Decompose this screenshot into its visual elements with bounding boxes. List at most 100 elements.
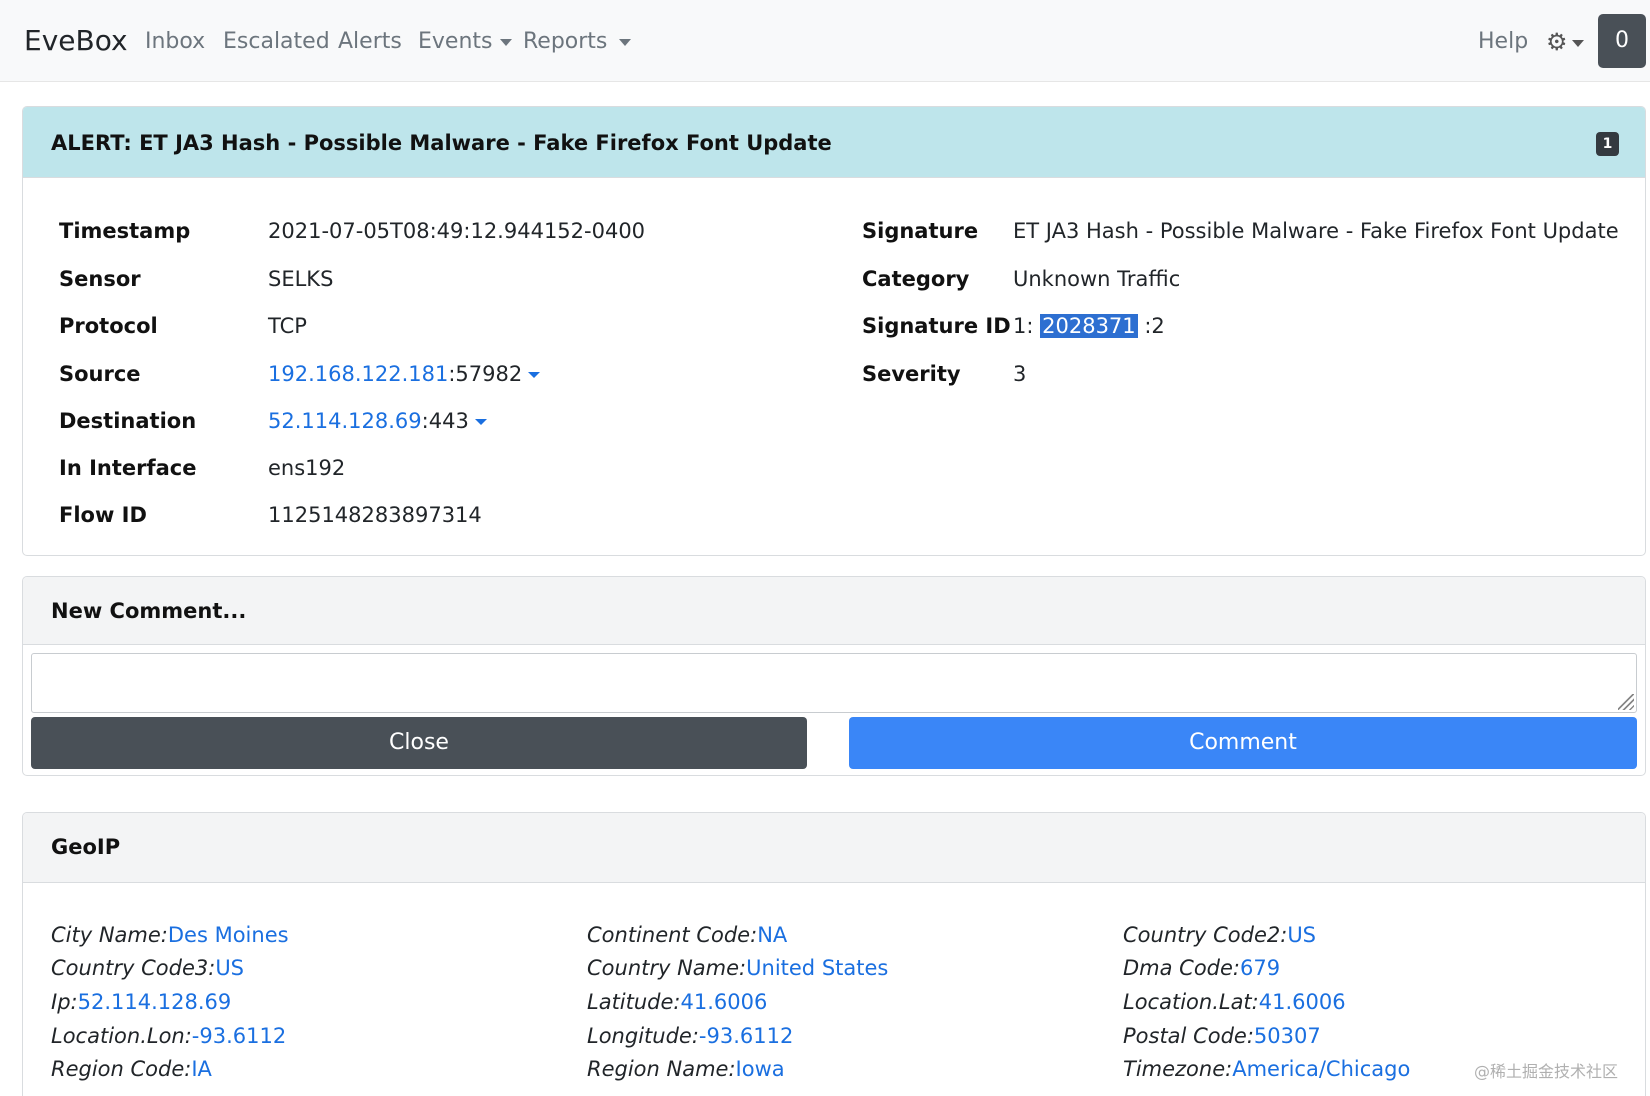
geoip-item: Location.Lat:41.6006 (1123, 990, 1346, 1014)
comment-title: New Comment... (51, 599, 247, 623)
geoip-label: Timezone: (1123, 1057, 1233, 1081)
geoip-item: City Name:Des Moines (51, 923, 289, 947)
geoip-label: City Name: (51, 923, 168, 947)
geoip-value[interactable]: US (215, 956, 244, 980)
alert-count-button[interactable]: 0 (1598, 14, 1646, 68)
signature-id-value: 1: 2028371 :2 (1013, 314, 1165, 338)
geoip-value[interactable]: Des Moines (168, 923, 289, 947)
destination-ip-link[interactable]: 52.114.128.69 (268, 409, 422, 433)
geoip-label: Region Name: (587, 1057, 736, 1081)
flow-id-link[interactable]: 1125148283897314 (268, 503, 482, 527)
chevron-down-icon[interactable] (474, 419, 487, 425)
top-navbar: EveBox Inbox Escalated Alerts Events Rep… (0, 0, 1650, 82)
nav-alerts[interactable]: Alerts (338, 29, 402, 54)
alert-count-badge: 1 (1596, 132, 1619, 156)
geoip-item: Ip:52.114.128.69 (51, 990, 231, 1014)
geoip-value[interactable]: IA (191, 1057, 212, 1081)
geoip-item: Dma Code:679 (1123, 956, 1280, 980)
category-label: Category (862, 267, 970, 291)
geoip-item: Longitude:-93.6112 (587, 1024, 793, 1048)
geoip-value[interactable]: 50307 (1254, 1024, 1321, 1048)
geoip-label: Longitude: (587, 1024, 699, 1048)
geoip-label: Country Code2: (1123, 923, 1288, 947)
gear-icon: ⚙ (1546, 28, 1568, 56)
geoip-value[interactable]: US (1287, 923, 1316, 947)
chevron-down-icon[interactable] (528, 372, 541, 378)
geoip-item: Location.Lon:-93.6112 (51, 1024, 286, 1048)
category-value: Unknown Traffic (1013, 267, 1181, 291)
protocol-label: Protocol (59, 314, 158, 338)
geoip-label: Continent Code: (587, 923, 758, 947)
alert-detail-card: ALERT: ET JA3 Hash - Possible Malware - … (22, 106, 1646, 556)
comment-header: New Comment... (23, 577, 1645, 645)
geoip-item: Country Code2:US (1123, 923, 1316, 947)
geoip-value[interactable]: 41.6006 (1259, 990, 1346, 1014)
geoip-value[interactable]: Iowa (736, 1057, 785, 1081)
destination-port: :443 (421, 409, 469, 433)
nav-events-label: Events (418, 29, 493, 54)
geoip-label: Location.Lat: (1123, 990, 1259, 1014)
nav-inbox[interactable]: Inbox (145, 29, 205, 54)
settings-dropdown[interactable]: ⚙ (1546, 28, 1584, 56)
protocol-value: TCP (268, 314, 307, 338)
timestamp-link[interactable]: 2021-07-05T08:49:12.944152-0400 (268, 219, 645, 243)
geoip-item: Region Code:IA (51, 1057, 212, 1081)
geoip-item: Region Name:Iowa (587, 1057, 785, 1081)
geoip-value[interactable]: 41.6006 (681, 990, 768, 1014)
alert-title: ALERT: ET JA3 Hash - Possible Malware - … (51, 131, 832, 155)
geoip-item: Country Name:United States (587, 956, 888, 980)
signature-label: Signature (862, 219, 979, 243)
chevron-down-icon (619, 38, 632, 46)
alert-header: ALERT: ET JA3 Hash - Possible Malware - … (23, 107, 1645, 178)
signature-id-selected[interactable]: 2028371 (1040, 314, 1138, 338)
comment-textarea[interactable] (31, 653, 1637, 713)
destination-label: Destination (59, 409, 197, 433)
signature-id-suffix: :2 (1144, 314, 1165, 338)
severity-value: 3 (1013, 362, 1027, 386)
geoip-value[interactable]: NA (757, 923, 787, 947)
source-value: 192.168.122.181:57982 (268, 362, 541, 386)
nav-reports-dropdown[interactable]: Reports (523, 29, 632, 54)
geoip-header: GeoIP (23, 813, 1645, 883)
geoip-label: Postal Code: (1123, 1024, 1254, 1048)
nav-reports-label: Reports (523, 29, 608, 54)
nav-escalated[interactable]: Escalated (223, 29, 330, 54)
chevron-down-icon (1571, 39, 1584, 47)
severity-label: Severity (862, 362, 961, 386)
sensor-link[interactable]: SELKS (268, 267, 333, 291)
geoip-label: Ip: (51, 990, 78, 1014)
nav-help[interactable]: Help (1478, 29, 1528, 54)
geoip-value[interactable]: United States (746, 956, 888, 980)
timestamp-label: Timestamp (59, 219, 191, 243)
geoip-value[interactable]: 52.114.128.69 (78, 990, 232, 1014)
in-interface-label: In Interface (59, 456, 197, 480)
in-interface-value: ens192 (268, 456, 346, 480)
sensor-label: Sensor (59, 267, 141, 291)
geoip-item: Postal Code:50307 (1123, 1024, 1321, 1048)
brand-logo[interactable]: EveBox (24, 24, 128, 57)
resize-grip-icon[interactable] (1618, 694, 1634, 710)
geoip-value[interactable]: 679 (1240, 956, 1280, 980)
geoip-value[interactable]: -93.6112 (699, 1024, 793, 1048)
signature-id-label: Signature ID (862, 314, 1011, 338)
new-comment-card: New Comment... Close Comment (22, 576, 1646, 776)
geoip-item: Latitude:41.6006 (587, 990, 767, 1014)
geoip-title: GeoIP (51, 835, 121, 859)
close-button[interactable]: Close (31, 717, 807, 769)
source-label: Source (59, 362, 141, 386)
geoip-item: Continent Code:NA (587, 923, 787, 947)
geoip-label: Location.Lon: (51, 1024, 192, 1048)
comment-button[interactable]: Comment (849, 717, 1637, 769)
source-port: :57982 (448, 362, 523, 386)
geoip-value[interactable]: America/Chicago (1232, 1057, 1410, 1081)
geoip-card: GeoIP City Name:Des Moines Continent Cod… (22, 812, 1646, 1096)
geoip-item: Country Code3:US (51, 956, 244, 980)
geoip-value[interactable]: -93.6112 (192, 1024, 286, 1048)
signature-id-prefix: 1: (1013, 314, 1034, 338)
watermark-text: @稀土掘金技术社区 (1474, 1062, 1619, 1081)
chevron-down-icon (499, 38, 512, 46)
geoip-label: Region Code: (51, 1057, 192, 1081)
signature-value: ET JA3 Hash - Possible Malware - Fake Fi… (1013, 219, 1619, 243)
source-ip-link[interactable]: 192.168.122.181 (268, 362, 448, 386)
nav-events-dropdown[interactable]: Events (418, 29, 512, 54)
